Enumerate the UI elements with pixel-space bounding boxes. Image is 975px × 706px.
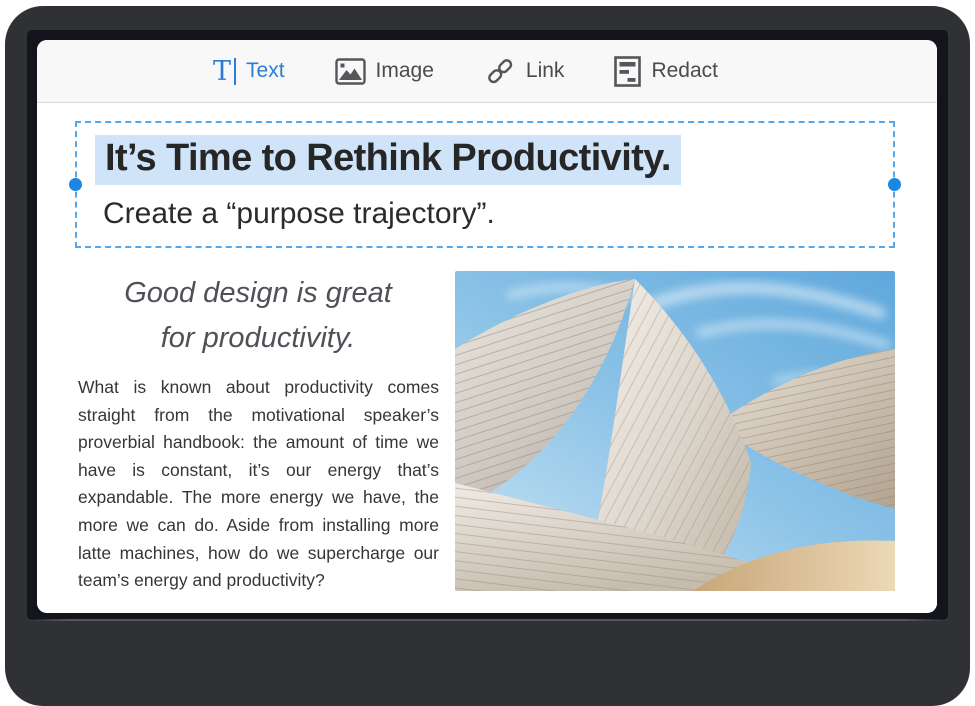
selection-handle-left[interactable] <box>69 178 82 191</box>
pull-quote[interactable]: Good design is great for productivity. <box>78 271 438 361</box>
text-selection-box[interactable]: It’s Time to Rethink Productivity. Creat… <box>75 121 895 248</box>
document-title[interactable]: It’s Time to Rethink Productivity. <box>95 135 681 185</box>
text-tool-icon: T <box>213 58 236 85</box>
edit-toolbar: T Text Image <box>37 40 937 103</box>
text-tool-label: Text <box>246 59 285 83</box>
redact-tool-label: Redact <box>651 59 718 83</box>
redact-tool-button[interactable]: Redact <box>614 56 718 87</box>
image-tool-icon <box>335 58 366 85</box>
link-tool-button[interactable]: Link <box>484 55 565 87</box>
pdf-page: It’s Time to Rethink Productivity. Creat… <box>37 103 937 612</box>
text-tool-button[interactable]: T Text <box>213 58 285 85</box>
concert-hall-photo[interactable] <box>455 271 895 591</box>
pull-quote-line: Good design is great <box>78 271 438 316</box>
image-tool-label: Image <box>376 59 434 83</box>
redact-tool-icon <box>614 56 641 87</box>
link-tool-label: Link <box>526 59 565 83</box>
selection-handle-right[interactable] <box>888 178 901 191</box>
title-highlighted-text[interactable]: It’s Time to Rethink Productivity. <box>95 135 681 185</box>
editor-window: T Text Image <box>37 40 937 613</box>
document-subtitle[interactable]: Create a “purpose trajectory”. <box>103 195 495 233</box>
image-tool-button[interactable]: Image <box>335 58 434 85</box>
tablet-edge-seam <box>24 619 951 621</box>
pull-quote-line: for productivity. <box>78 316 438 361</box>
body-paragraph[interactable]: What is known about productivity comes s… <box>78 374 439 595</box>
link-tool-icon <box>484 55 516 87</box>
